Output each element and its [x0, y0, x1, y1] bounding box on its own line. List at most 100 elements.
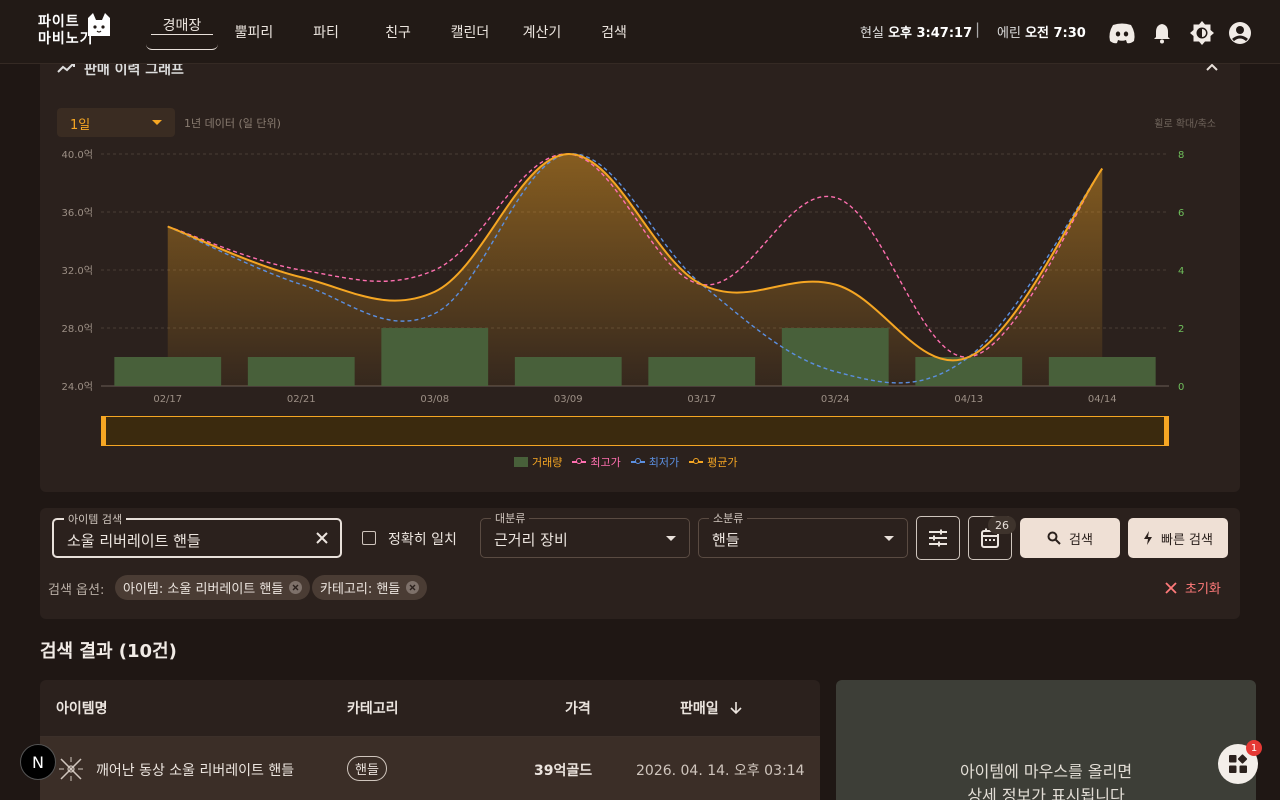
- results-table: 아이템명 카테고리 가격 판매일 깨어난 동상 소울 리버레이트 핸들 핸들 3…: [40, 680, 820, 800]
- col-header-date[interactable]: 판매일: [680, 698, 742, 718]
- nav-label: 검색: [601, 25, 627, 41]
- legend-item[interactable]: 최고가: [572, 454, 621, 470]
- legend-label: 최저가: [648, 456, 680, 469]
- volume-bar: [381, 328, 489, 386]
- minor-category-value: 핸들: [712, 531, 740, 549]
- price-chart[interactable]: 24.0억 28.0억 32.0억 36.0억 40.0억 0 2 4 6 8 02/17 02/21…: [40, 52, 1240, 412]
- quick-search-label: 빠른 검색: [1161, 532, 1213, 548]
- nav-item-calendar[interactable]: 캘린더: [434, 0, 506, 64]
- y-left-tick-label: 24.0억: [62, 381, 93, 393]
- quick-search-button[interactable]: 빠른 검색: [1128, 518, 1228, 558]
- chip-remove-icon[interactable]: [289, 581, 303, 594]
- caret-down-icon: [884, 536, 894, 541]
- brush-handle-left[interactable]: [101, 416, 106, 446]
- item-search-label: 아이템 검색: [64, 511, 127, 527]
- legend-item[interactable]: 평균가: [689, 454, 738, 470]
- reset-button[interactable]: 초기화: [1165, 578, 1221, 597]
- major-category-label: 대분류: [491, 510, 530, 526]
- item-price: 39억골드: [534, 763, 593, 779]
- y-left-tick-label: 28.0억: [62, 323, 93, 335]
- table-row[interactable]: 깨어난 동상 소울 리버레이트 핸들 핸들 39억골드 2026. 04. 14…: [40, 737, 820, 800]
- tune-icon: [929, 529, 947, 547]
- widgets-icon: [1229, 754, 1248, 773]
- discord-icon[interactable]: [1107, 20, 1137, 46]
- minor-category-select[interactable]: 소분류 핸들: [698, 510, 908, 558]
- nav-item-horn[interactable]: 뿔피리: [218, 0, 290, 64]
- real-time-label: 현실: [860, 26, 884, 41]
- legend-marker: [572, 458, 587, 464]
- major-category-select[interactable]: 대분류 근거리 장비: [480, 510, 690, 558]
- item-search-value: 소울 리버레이트 핸들: [67, 532, 201, 550]
- x-tick-label: 03/09: [554, 394, 583, 405]
- col-header-name[interactable]: 아이템명: [56, 698, 108, 718]
- account-icon[interactable]: [1227, 20, 1253, 46]
- search-button[interactable]: 검색: [1020, 518, 1120, 558]
- sale-date: 2026. 04. 14. 오후 03:14: [636, 763, 805, 779]
- y-right-tick-label: 4: [1178, 266, 1184, 277]
- search-icon: [1047, 531, 1061, 545]
- y-left-tick-label: 40.0억: [62, 149, 93, 161]
- chip-label: 카테고리: 핸들: [320, 582, 401, 597]
- y-left-tick-label: 36.0억: [62, 207, 93, 219]
- chip-label: 아이템: 소울 리버레이트 핸들: [123, 582, 284, 597]
- filter-chip-item[interactable]: 아이템: 소울 리버레이트 핸들: [115, 575, 311, 600]
- category-chip: 핸들: [347, 756, 387, 781]
- nav-label: 친구: [385, 25, 411, 41]
- legend-item[interactable]: 최저가: [630, 454, 680, 470]
- major-category-value: 근거리 장비: [494, 531, 568, 549]
- volume-bar: [514, 357, 622, 386]
- nav-label: 뿔피리: [234, 25, 274, 41]
- x-tick-label: 02/17: [153, 394, 182, 405]
- nav-item-calculator[interactable]: 계산기: [506, 0, 578, 64]
- clear-icon[interactable]: [315, 531, 329, 545]
- col-header-category[interactable]: 카테고리: [347, 698, 399, 718]
- legend-marker: [689, 458, 704, 464]
- main-nav: 경매장 뿔피리 파티 친구 캘린더 계산기 검색: [146, 0, 650, 64]
- volume-bar: [1048, 357, 1156, 386]
- legend-label: 평균가: [707, 456, 738, 469]
- col-header-price[interactable]: 가격: [565, 698, 591, 718]
- logo[interactable]: 파이트 마비노기: [36, 12, 114, 52]
- volume-bar: [114, 357, 222, 386]
- y-right-tick-label: 0: [1178, 382, 1184, 393]
- range-brush[interactable]: [101, 416, 1169, 446]
- clock-separator: |: [975, 20, 981, 38]
- nav-item-party[interactable]: 파티: [290, 0, 362, 64]
- app-header: 파이트 마비노기 경매장 뿔피리 파티 친구 캘린더 계산기 검색 현실 오후 …: [0, 0, 1280, 64]
- theme-icon[interactable]: [1189, 20, 1215, 46]
- x-tick-label: 04/13: [954, 394, 983, 405]
- bell-icon[interactable]: [1149, 20, 1175, 46]
- y-right-tick-label: 8: [1178, 150, 1184, 161]
- search-button-label: 검색: [1069, 532, 1093, 548]
- erinn-time: 오전 7:30: [1025, 26, 1086, 41]
- erinn-time-label: 에린: [997, 26, 1021, 41]
- close-icon: [1165, 581, 1177, 594]
- nav-item-friends[interactable]: 친구: [362, 0, 434, 64]
- n-button[interactable]: N: [20, 744, 56, 780]
- nav-item-auction[interactable]: 경매장: [146, 0, 218, 50]
- filter-button[interactable]: [916, 516, 960, 560]
- legend-item[interactable]: 거래량: [514, 454, 562, 470]
- notification-badge: 1: [1246, 740, 1262, 756]
- chart-legend: 거래량 최고가 최저가 평균가: [514, 454, 738, 470]
- nav-label: 파티: [313, 25, 339, 41]
- brush-handle-right[interactable]: [1164, 416, 1169, 446]
- reset-label: 초기화: [1185, 582, 1221, 597]
- legend-marker: [630, 458, 645, 464]
- detail-hint-line1: 아이템에 마우스를 올리면: [959, 762, 1133, 781]
- detail-hint-line2: 상세 정보가 표시됩니다: [967, 786, 1125, 800]
- bolt-icon: [1144, 531, 1152, 545]
- y-left-tick-label: 32.0억: [62, 265, 93, 277]
- chip-remove-icon[interactable]: [406, 581, 420, 594]
- x-tick-label: 03/24: [821, 394, 850, 405]
- item-icon: [59, 757, 83, 781]
- filter-chip-category[interactable]: 카테고리: 핸들: [312, 575, 428, 600]
- nav-item-search[interactable]: 검색: [578, 0, 650, 64]
- exact-match-checkbox[interactable]: [362, 531, 376, 545]
- calendar-badge: 26: [988, 516, 1016, 534]
- real-clock: 현실 오후 3:47:17: [860, 22, 972, 41]
- caret-down-icon: [666, 536, 676, 541]
- item-search-field[interactable]: 아이템 검색 소울 리버레이트 핸들: [52, 511, 342, 558]
- real-time: 오후 3:47:17: [888, 26, 973, 41]
- col-header-date-label: 판매일: [680, 701, 719, 717]
